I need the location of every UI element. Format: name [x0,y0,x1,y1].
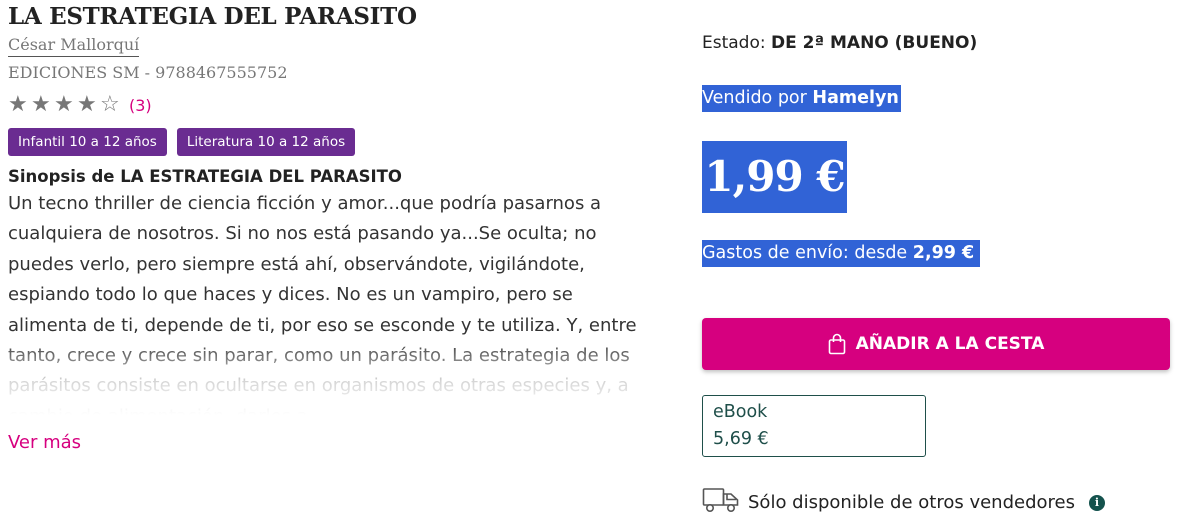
publisher-isbn: EDICIONES SM - 9788467555752 [8,63,288,82]
rating-count[interactable]: (3) [129,96,152,115]
seller: Vendido por Hamelyn [702,85,901,112]
star-icon: ★ [54,92,74,117]
condition-value: DE 2ª MANO (BUENO) [771,33,978,53]
delivery-truck-icon [702,486,740,519]
seller-name[interactable]: Hamelyn [812,88,898,108]
price: 1,99 € [702,141,847,213]
condition-label: Estado: [702,33,766,53]
ebook-label: eBook [713,402,768,422]
availability-text: Sólo disponible de otros vendedores [748,492,1075,513]
star-icon: ★ [31,92,51,117]
book-title: LA ESTRATEGIA DEL PARASITO [8,3,417,30]
rating[interactable]: ★ ★ ★ ★ ☆ (3) [8,94,658,116]
category-tags: Infantil 10 a 12 años Literatura 10 a 12… [8,128,658,156]
add-to-cart-button[interactable]: AÑADIR A LA CESTA [702,318,1170,370]
ebook-option[interactable]: eBook 5,69 € [702,395,926,457]
shipping-value: 2,99 € [912,243,975,263]
availability: Sólo disponible de otros vendedores i [702,486,1105,519]
tag-infantil[interactable]: Infantil 10 a 12 años [8,128,167,156]
condition: Estado: DE 2ª MANO (BUENO) [702,33,977,53]
synopsis-container: Un tecno thriller de ciencia ficción y a… [8,189,658,415]
star-empty-icon: ☆ [100,92,120,117]
tag-literatura[interactable]: Literatura 10 a 12 años [176,128,356,156]
star-icon: ★ [77,92,97,117]
ver-mas-link[interactable]: Ver más [8,432,81,453]
ebook-price: 5,69 € [713,429,769,449]
shipping-label: Gastos de envío: desde [702,243,908,263]
author-link[interactable]: César Mallorquí [8,35,140,57]
star-icon: ★ [8,92,28,117]
synopsis-fade [8,340,658,415]
info-icon[interactable]: i [1089,494,1105,511]
synopsis-title: Sinopsis de LA ESTRATEGIA DEL PARASITO [8,167,402,186]
add-to-cart-label: AÑADIR A LA CESTA [855,334,1045,354]
shipping: Gastos de envío: desde 2,99 € [702,240,981,267]
book-info: LA ESTRATEGIA DEL PARASITO César Mallorq… [8,0,658,415]
shopping-bag-icon [828,333,846,355]
seller-label: Vendido por [702,88,807,108]
